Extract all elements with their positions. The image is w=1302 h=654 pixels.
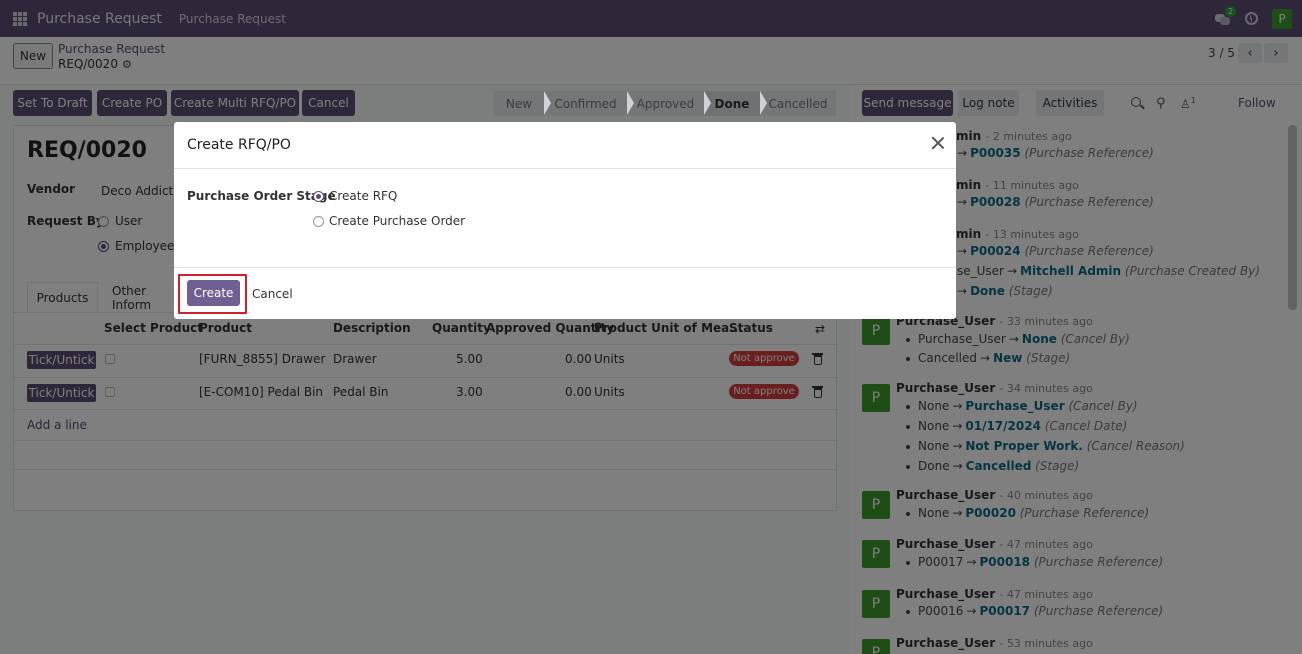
create-rfq-option-label[interactable]: Create RFQ — [329, 189, 397, 203]
dialog-footer-divider — [174, 267, 956, 268]
create-purchase-order-radio[interactable] — [313, 216, 324, 227]
create-rfq-radio[interactable] — [313, 191, 324, 202]
close-icon[interactable] — [931, 136, 945, 150]
dialog-header-divider — [174, 168, 956, 169]
create-rfq-po-dialog: Create RFQ/PO Purchase Order Stage Creat… — [174, 122, 956, 319]
modal-backdrop[interactable] — [0, 0, 1302, 654]
dialog-title: Create RFQ/PO — [187, 137, 291, 153]
create-button[interactable]: Create — [187, 280, 240, 306]
create-purchase-order-option-label[interactable]: Create Purchase Order — [329, 214, 465, 228]
cancel-button[interactable]: Cancel — [252, 287, 293, 301]
